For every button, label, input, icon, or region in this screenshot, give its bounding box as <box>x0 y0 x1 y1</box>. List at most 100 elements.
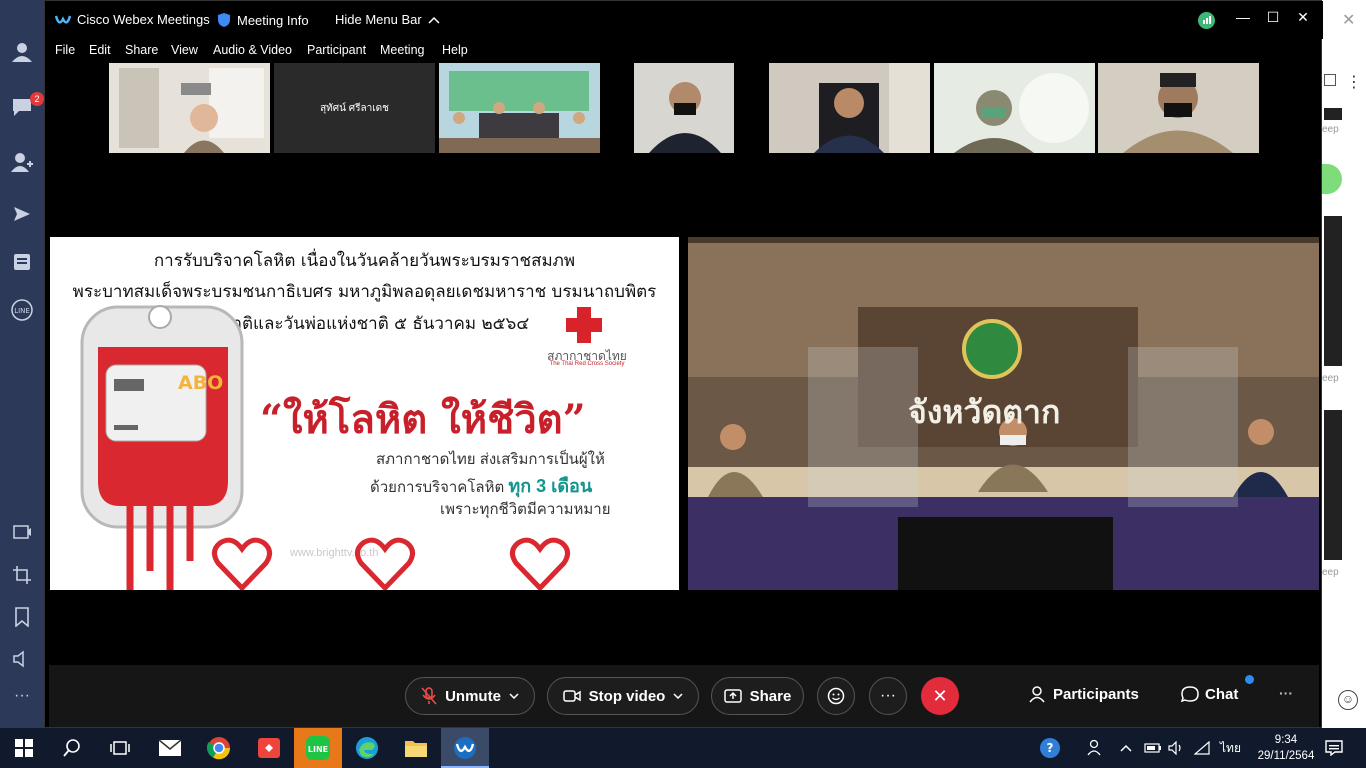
add-friend-icon[interactable] <box>10 150 34 174</box>
menu-share[interactable]: Share <box>125 43 158 57</box>
participant-thumbnail[interactable] <box>109 63 270 153</box>
chevron-down-icon <box>509 693 519 699</box>
poster-tagline-1: สภากาชาดไทย ส่งเสริมการเป็นผู้ให้ <box>376 451 605 468</box>
mail-icon[interactable] <box>156 734 184 762</box>
menu-participant[interactable]: Participant <box>307 43 366 57</box>
hearts-decoration <box>212 537 570 590</box>
hide-menu-label: Hide Menu Bar <box>335 12 422 27</box>
list-icon[interactable] <box>1324 74 1336 86</box>
chevron-up-icon <box>1120 744 1132 752</box>
chat-button[interactable]: Chat <box>1181 685 1238 703</box>
input-language[interactable]: ไทย <box>1220 728 1241 768</box>
people-icon[interactable] <box>1080 734 1108 762</box>
participant-thumbnail[interactable] <box>604 63 765 153</box>
timeline-icon[interactable] <box>10 202 34 226</box>
more-panels-button[interactable]: ··· <box>1279 685 1293 701</box>
share-button[interactable]: Share <box>711 677 804 715</box>
thumb-strip <box>1324 410 1342 560</box>
minimize-icon[interactable]: — <box>1232 9 1254 29</box>
svg-text:LINE: LINE <box>14 307 30 315</box>
crop-icon[interactable] <box>10 563 34 587</box>
active-speaker-video: จังหวัดตาก <box>688 237 1319 590</box>
menu-file[interactable]: File <box>55 43 75 57</box>
stop-video-button[interactable]: Stop video <box>547 677 699 715</box>
participant-thumbnail[interactable] <box>934 63 1095 153</box>
line-app-icon[interactable]: LINE <box>304 734 332 762</box>
clock-date: 29/11/2564 <box>1257 750 1315 762</box>
poster-title-line-1: การรับบริจาคโลหิต เนื่องในวันคล้ายวันพระ… <box>153 251 576 271</box>
chat-label: Chat <box>1205 685 1239 703</box>
end-meeting-button[interactable]: ✕ <box>921 677 959 715</box>
background-label: eep <box>1322 124 1339 135</box>
participant-thumbnail[interactable] <box>1098 63 1259 153</box>
task-view-icon[interactable] <box>106 734 134 762</box>
app-title-text: Cisco Webex Meetings <box>77 12 210 27</box>
microphone-muted-icon <box>421 687 437 705</box>
network-quality-icon[interactable] <box>1198 12 1215 29</box>
maximize-icon[interactable]: ☐ <box>1262 9 1284 29</box>
participant-thumbnail[interactable]: สุทัศน์ ศรีลาเดช <box>274 63 435 153</box>
volume-icon[interactable] <box>1168 728 1184 768</box>
share-screen-icon <box>723 689 742 703</box>
webex-logo-icon <box>55 15 71 24</box>
action-center-icon[interactable] <box>1320 734 1348 762</box>
notes-icon[interactable] <box>10 250 34 274</box>
chevron-down-icon <box>673 693 683 699</box>
anydesk-icon[interactable] <box>255 734 283 762</box>
emoji-icon[interactable]: ☺ <box>1338 690 1358 710</box>
speaker-icon[interactable] <box>10 647 34 671</box>
windows-taskbar: LINE ? ไทย 9:34 29/11/2564 <box>0 728 1366 768</box>
chrome-icon[interactable] <box>205 734 233 762</box>
meeting-info-button[interactable]: Meeting Info <box>217 12 309 28</box>
battery-icon[interactable] <box>1144 728 1162 768</box>
system-clock[interactable]: 9:34 29/11/2564 <box>1256 732 1316 764</box>
share-label: Share <box>749 687 792 705</box>
thumb-strip <box>1324 216 1342 366</box>
poster-tagline-3: เพราะทุกชีวิตมีความหมาย <box>440 501 611 518</box>
windows-start-icon[interactable] <box>10 734 38 762</box>
title-bar: Cisco Webex Meetings Meeting Info Hide M… <box>45 1 1323 39</box>
menu-view[interactable]: View <box>171 43 198 57</box>
svg-text:?: ? <box>1047 741 1054 755</box>
close-icon: ✕ <box>932 685 948 706</box>
left-app-sidebar: 2 LINE ··· <box>0 0 44 728</box>
more-icon[interactable]: ··· <box>10 684 34 708</box>
more-options-button[interactable]: ··· <box>869 677 907 715</box>
clock-time: 9:34 <box>1274 734 1298 746</box>
wifi-icon[interactable] <box>1194 728 1210 768</box>
participant-thumbnail[interactable] <box>769 63 930 153</box>
camera-icon <box>562 690 581 702</box>
chat-bubble <box>1322 164 1342 194</box>
reactions-button[interactable] <box>817 677 855 715</box>
help-icon[interactable]: ? <box>1036 734 1064 762</box>
close-icon[interactable]: ✕ <box>1342 10 1355 30</box>
line-icon[interactable]: LINE <box>10 298 34 322</box>
close-window-icon[interactable]: ✕ <box>1292 9 1314 29</box>
profile-icon[interactable] <box>10 40 34 64</box>
chat-bubble-icon <box>1181 686 1199 703</box>
menu-help[interactable]: Help <box>442 43 468 57</box>
chat-count-badge: 2 <box>30 92 44 106</box>
participant-thumbnail[interactable] <box>439 63 600 153</box>
add-screen-icon[interactable] <box>10 520 34 544</box>
menu-edit[interactable]: Edit <box>89 43 111 57</box>
edge-icon[interactable] <box>353 734 381 762</box>
bookmark-icon[interactable] <box>10 605 34 629</box>
kebab-menu-icon[interactable]: ⋮ <box>1346 72 1362 92</box>
red-cross-org-english: The Thai Red Cross Society <box>549 361 625 367</box>
webex-taskbar-icon[interactable] <box>451 734 479 762</box>
search-icon[interactable] <box>58 734 86 762</box>
show-hidden-icons-chevron[interactable] <box>1120 728 1132 768</box>
participants-button[interactable]: Participants <box>1029 685 1139 703</box>
tagline-2-text: ด้วยการบริจาคโลหิต <box>370 479 509 496</box>
file-explorer-icon[interactable] <box>402 734 430 762</box>
menu-meeting[interactable]: Meeting <box>380 43 424 57</box>
chat-unread-dot <box>1245 675 1254 684</box>
unmute-button[interactable]: Unmute <box>405 677 535 715</box>
menu-audio-video[interactable]: Audio & Video <box>213 43 292 57</box>
participants-label: Participants <box>1053 685 1139 703</box>
shield-icon <box>218 13 230 27</box>
participants-icon <box>1029 686 1045 703</box>
hide-menu-bar-button[interactable]: Hide Menu Bar <box>335 12 440 27</box>
red-cross-icon <box>566 307 602 343</box>
